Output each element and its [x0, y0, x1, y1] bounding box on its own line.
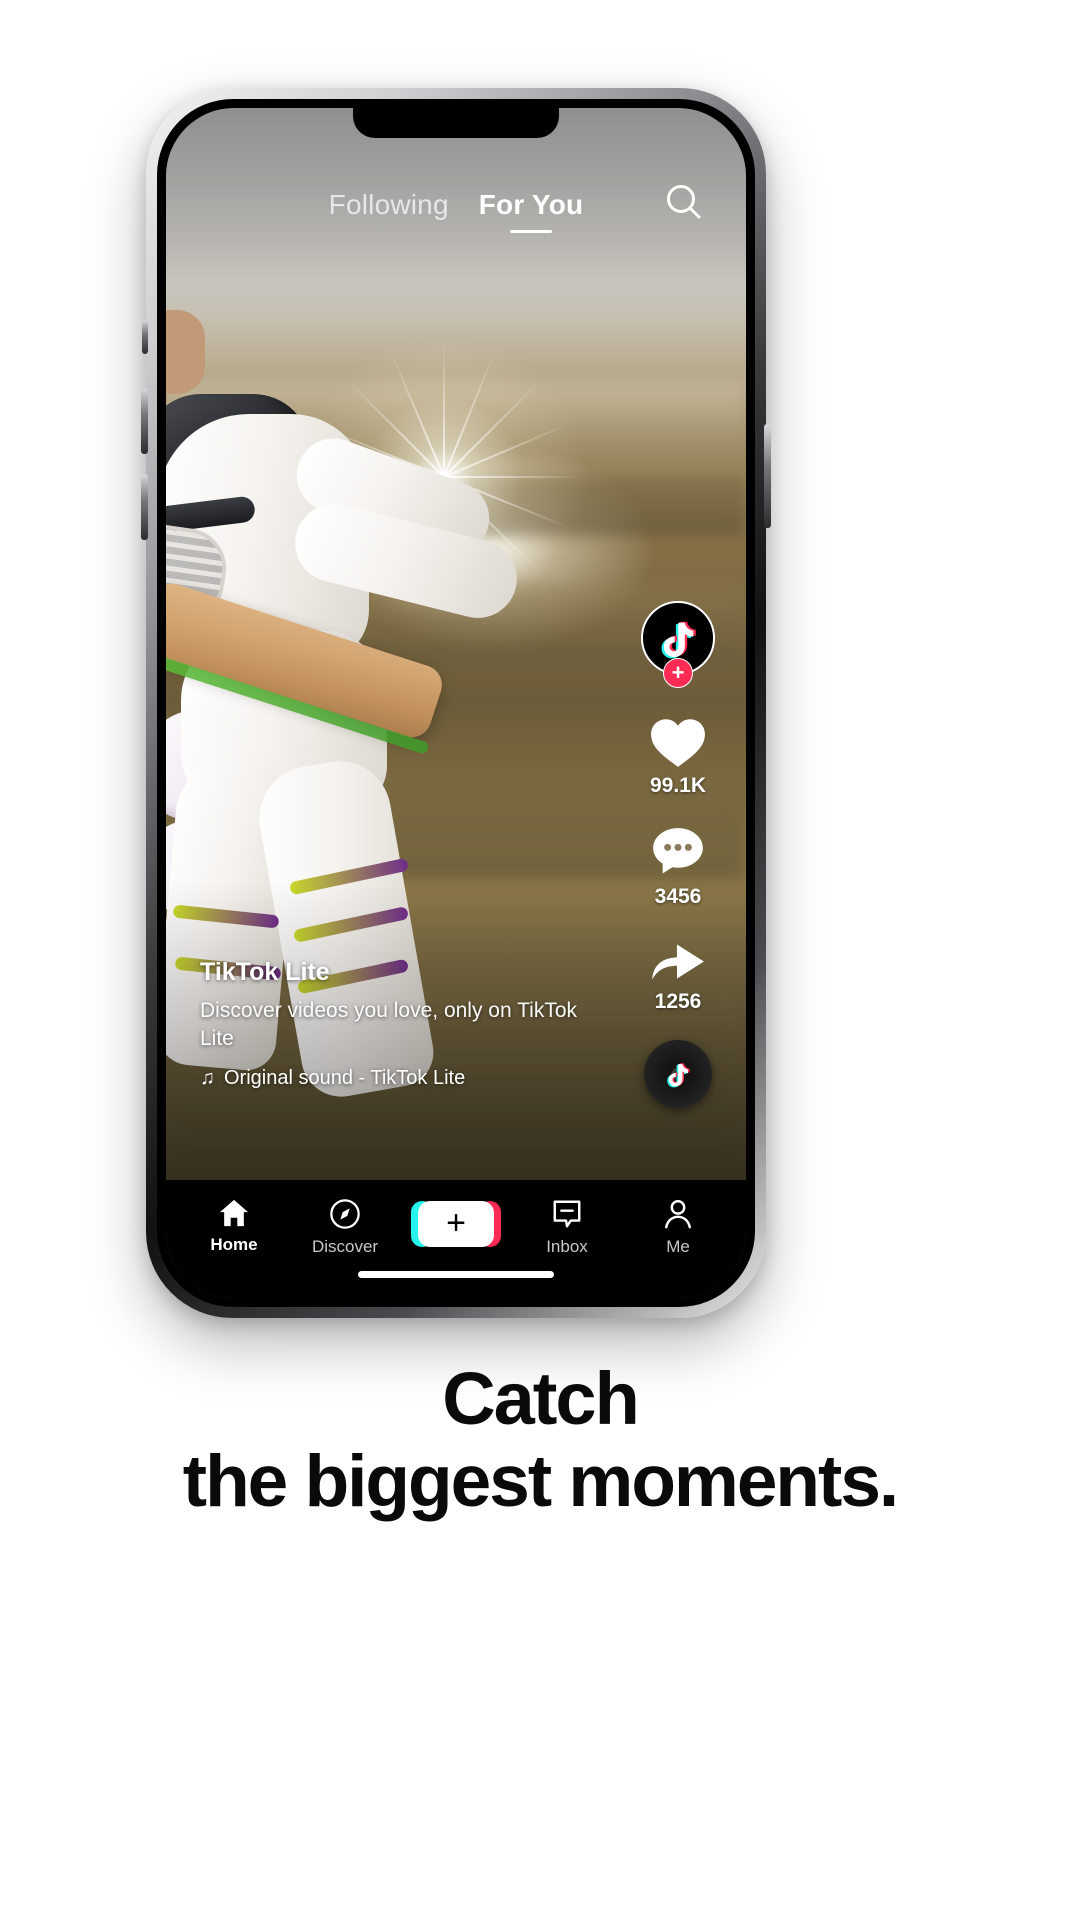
tab-home[interactable]: Home — [192, 1198, 276, 1255]
search-button[interactable] — [662, 180, 706, 224]
tiktok-note-icon — [667, 1063, 690, 1088]
compass-icon — [330, 1199, 360, 1229]
author-avatar-group[interactable]: + — [641, 601, 715, 688]
tab-me[interactable]: Me — [636, 1198, 720, 1257]
phone-bezel: Following For You + 99.1K 3456 1256 TikT… — [157, 99, 755, 1307]
follow-button[interactable]: + — [663, 658, 693, 688]
share-count: 1256 — [654, 990, 702, 1013]
tab-create[interactable]: + — [411, 1198, 501, 1247]
bottom-tab-bar: Home Discover + Inbox Me — [166, 1180, 746, 1298]
inbox-icon — [553, 1200, 581, 1228]
promo-headline: Catch the biggest moments. — [0, 1357, 1080, 1523]
video-action-rail: + 99.1K 3456 1256 — [622, 601, 734, 1108]
person-icon — [665, 1199, 691, 1229]
tiktok-note-icon — [661, 621, 696, 659]
tab-discover[interactable]: Discover — [303, 1198, 387, 1257]
home-indicator[interactable] — [358, 1271, 554, 1278]
mute-switch[interactable] — [142, 320, 148, 354]
volume-up-button[interactable] — [141, 388, 148, 454]
share-icon — [652, 944, 704, 980]
promo-screenshot: Following For You + 99.1K 3456 1256 TikT… — [0, 0, 1080, 1920]
video-caption-block: TikTok Lite Discover videos you love, on… — [200, 958, 600, 1090]
music-title: Original sound - TikTok Lite — [224, 1067, 466, 1089]
volume-down-button[interactable] — [141, 474, 148, 540]
phone-device-frame: Following For You + 99.1K 3456 1256 TikT… — [141, 88, 771, 1318]
tab-discover-label: Discover — [311, 1237, 379, 1256]
video-description: Discover videos you love, only on TikTok… — [200, 998, 578, 1050]
tab-for-you[interactable]: For You — [479, 189, 584, 233]
plus-icon: + — [446, 1203, 466, 1242]
feed-top-navigation: Following For You — [166, 182, 746, 240]
heart-icon — [651, 719, 705, 767]
music-disc-button[interactable] — [644, 1040, 712, 1108]
tab-following[interactable]: Following — [329, 189, 449, 233]
like-count: 99.1K — [649, 774, 707, 797]
search-icon — [667, 185, 701, 219]
author-username[interactable]: TikTok Lite — [200, 958, 600, 987]
headline-line-2: the biggest moments. — [182, 1440, 899, 1522]
like-button[interactable]: 99.1K — [649, 715, 707, 798]
batsman-face — [166, 310, 205, 395]
comment-button[interactable]: 3456 — [649, 824, 707, 909]
tab-me-label: Me — [666, 1237, 690, 1256]
comment-icon — [653, 828, 703, 874]
tab-inbox[interactable]: Inbox — [525, 1198, 609, 1257]
power-button[interactable] — [764, 424, 771, 528]
music-note-icon: ♫ — [200, 1067, 215, 1089]
tab-inbox-label: Inbox — [546, 1237, 588, 1256]
headline-line-1: Catch — [442, 1357, 640, 1440]
music-row[interactable]: ♫ Original sound - TikTok Lite — [200, 1067, 600, 1090]
share-button[interactable]: 1256 — [648, 935, 708, 1014]
home-icon — [219, 1199, 249, 1227]
device-notch — [353, 108, 559, 138]
comment-count: 3456 — [654, 885, 702, 908]
tab-home-label: Home — [210, 1235, 258, 1254]
create-video-button[interactable]: + — [411, 1201, 501, 1247]
phone-screen: Following For You + 99.1K 3456 1256 TikT… — [166, 108, 746, 1298]
